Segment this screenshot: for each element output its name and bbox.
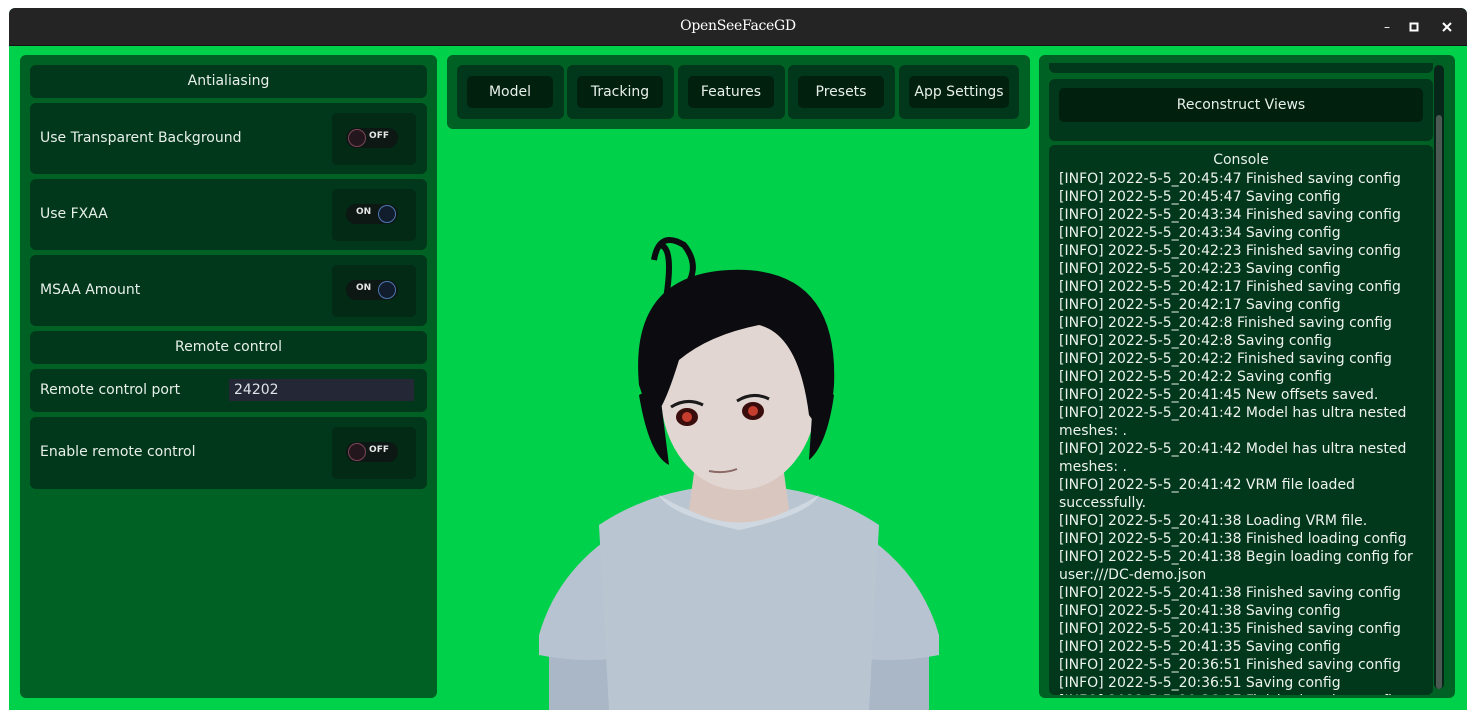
fxaa-toggle[interactable]: ON [346,204,398,224]
console-line: [INFO] 2022-5-5_20:41:38 Begin loading c… [1059,549,1413,583]
enable-remote-row: Enable remote control OFF [30,417,427,489]
remote-control-section-header: Remote control [30,331,427,364]
remote-port-label: Remote control port [40,382,181,398]
tab-bar: Model Tracking Features Presets App Sett… [447,55,1030,129]
console-line: [INFO] 2022-5-5_20:41:38 Finished loadin… [1059,531,1407,547]
tab-frame: Model [457,65,564,119]
tab-frame: App Settings [899,65,1019,119]
console-title: Console [1213,152,1269,168]
toggle-state: OFF [369,445,389,455]
toggle-container: OFF [332,113,416,165]
window-title: OpenSeeFaceGD [680,18,796,34]
maximize-icon [1409,22,1419,32]
remote-port-input[interactable] [229,379,414,401]
close-button[interactable] [1435,15,1459,39]
console-line: [INFO] 2022-5-5_20:42:17 Saving config [1059,297,1341,313]
close-icon [1442,22,1452,32]
console-line: [INFO] 2022-5-5_20:41:38 Loading VRM fil… [1059,513,1368,529]
toggle-knob [348,443,366,461]
section-title: Antialiasing [187,73,270,89]
tab-presets[interactable]: Presets [798,76,884,108]
tab-tracking[interactable]: Tracking [577,76,663,108]
transparent-background-label: Use Transparent Background [40,130,242,146]
tab-frame: Features [678,65,785,119]
console-line: [INFO] 2022-5-5_20:36:37 Finished saving… [1059,692,1425,695]
tab-features[interactable]: Features [688,76,774,108]
reconstruct-views-button[interactable]: Reconstruct Views [1059,88,1423,122]
transparent-background-row: Use Transparent Background OFF [30,103,427,174]
console-line: [INFO] 2022-5-5_20:42:23 Saving config [1059,261,1341,277]
transparent-background-toggle[interactable]: OFF [346,128,398,148]
console-line: [INFO] 2022-5-5_20:41:38 Saving config [1059,603,1341,619]
console-line: [INFO] 2022-5-5_20:42:17 Finished saving… [1059,279,1401,295]
console-line: [INFO] 2022-5-5_20:42:2 Saving config [1059,369,1332,385]
antialiasing-section-header: Antialiasing [30,65,427,98]
console-line: [INFO] 2022-5-5_20:43:34 Finished saving… [1059,207,1401,223]
console-scrollbar[interactable] [1434,65,1444,689]
console-log[interactable]: [INFO] 2022-5-5_20:45:47 Finished saving… [1059,170,1425,695]
console-line: [INFO] 2022-5-5_20:42:2 Finished saving … [1059,351,1392,367]
toggle-knob [378,205,396,223]
console-line: [INFO] 2022-5-5_20:43:34 Saving config [1059,225,1341,241]
tab-frame: Tracking [567,65,674,119]
msaa-toggle[interactable]: ON [346,280,398,300]
console-line: [INFO] 2022-5-5_20:41:42 VRM file loaded… [1059,477,1355,511]
reconstruct-views-row: Reconstruct Views [1049,79,1433,141]
info-panel: Reconstruct Views Console [INFO] 2022-5-… [1039,55,1455,698]
console-line: [INFO] 2022-5-5_20:41:45 New offsets sav… [1059,387,1379,403]
toggle-container: ON [332,265,416,317]
console-box: Console [INFO] 2022-5-5_20:45:47 Finishe… [1049,145,1433,695]
toggle-container: OFF [332,427,416,479]
toggle-state: ON [356,207,372,217]
console-line: [INFO] 2022-5-5_20:45:47 Saving config [1059,189,1341,205]
scrollbar-thumb[interactable] [1436,115,1442,689]
fxaa-label: Use FXAA [40,206,108,222]
msaa-row: MSAA Amount ON [30,255,427,326]
toggle-state: OFF [369,131,389,141]
console-line: [INFO] 2022-5-5_20:41:38 Finished saving… [1059,585,1401,601]
remote-port-row: Remote control port [30,369,427,412]
tab-app-settings[interactable]: App Settings [909,76,1009,108]
tab-model[interactable]: Model [467,76,553,108]
console-line: [INFO] 2022-5-5_20:41:42 Model has ultra… [1059,441,1407,475]
avatar-viewport[interactable] [509,185,969,710]
fxaa-row: Use FXAA ON [30,179,427,250]
console-line: [INFO] 2022-5-5_20:41:35 Finished saving… [1059,621,1401,637]
main-content: Antialiasing Use Transparent Background … [9,45,1467,710]
section-title: Remote control [175,339,282,355]
console-line: [INFO] 2022-5-5_20:36:51 Finished saving… [1059,657,1401,673]
msaa-label: MSAA Amount [40,282,141,298]
console-line: [INFO] 2022-5-5_20:42:23 Finished saving… [1059,243,1401,259]
maximize-button[interactable] [1402,15,1426,39]
settings-panel: Antialiasing Use Transparent Background … [20,55,437,698]
enable-remote-label: Enable remote control [40,444,196,460]
console-line: [INFO] 2022-5-5_20:42:8 Finished saving … [1059,315,1392,331]
minimize-button[interactable]: – [1375,15,1399,39]
console-line: [INFO] 2022-5-5_20:45:47 Finished saving… [1059,171,1401,187]
app-window: OpenSeeFaceGD – Antialiasing Use Transpa… [9,8,1467,710]
console-line: [INFO] 2022-5-5_20:42:8 Saving config [1059,333,1332,349]
toggle-knob [348,129,366,147]
toggle-container: ON [332,189,416,241]
enable-remote-toggle[interactable]: OFF [346,442,398,462]
console-line: [INFO] 2022-5-5_20:41:42 Model has ultra… [1059,405,1407,439]
console-line: [INFO] 2022-5-5_20:41:35 Saving config [1059,639,1341,655]
toggle-state: ON [356,283,372,293]
toggle-knob [378,281,396,299]
panel-top-strip [1049,63,1433,73]
title-bar[interactable]: OpenSeeFaceGD – [9,8,1467,46]
tab-frame: Presets [788,65,895,119]
console-line: [INFO] 2022-5-5_20:36:51 Saving config [1059,675,1341,691]
